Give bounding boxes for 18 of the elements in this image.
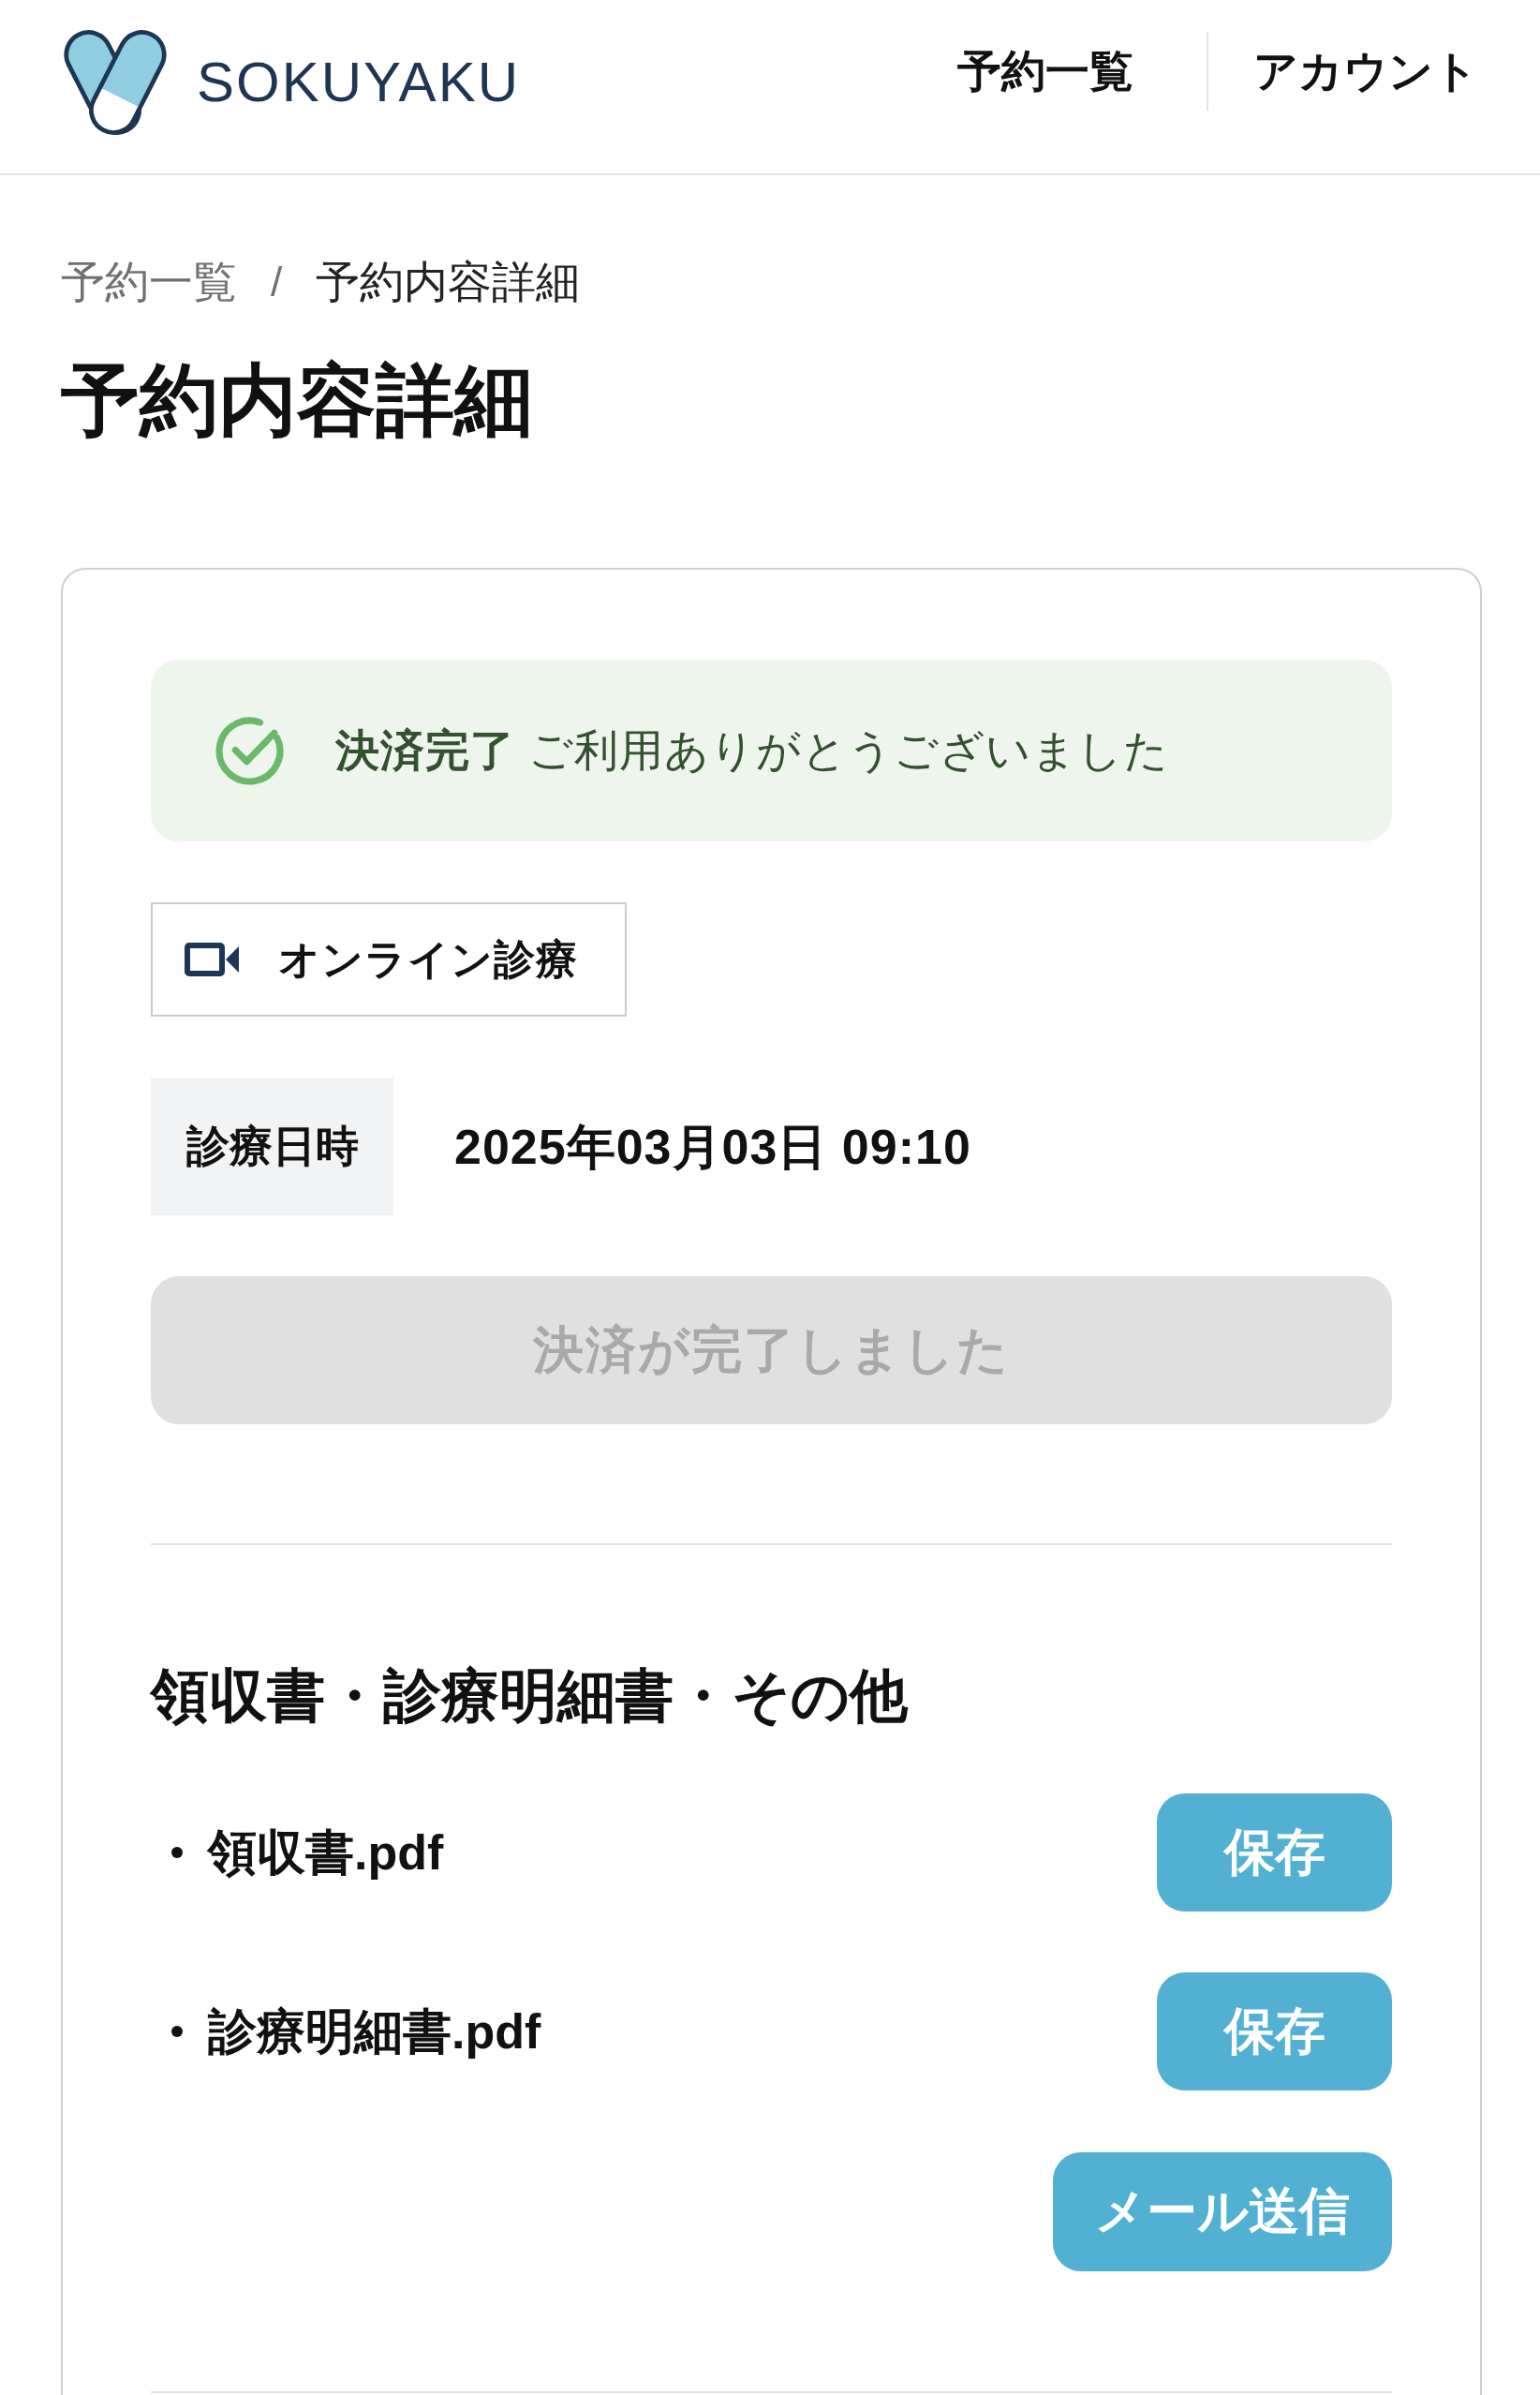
bullet-icon [171, 2026, 183, 2037]
nav-link[interactable]: 予約一覧 [957, 42, 1133, 99]
bullet-icon [171, 1847, 183, 1858]
check-circle-icon [215, 716, 284, 785]
date-label: 診療日時 [151, 1078, 393, 1215]
breadcrumb-current: 予約内容詳細 [316, 256, 581, 308]
breadcrumb-link[interactable]: 予約一覧 [61, 254, 237, 310]
page-title: 予約内容詳細 [61, 355, 534, 446]
file-name: 診療明細書.pdf [208, 2003, 542, 2060]
breadcrumb-separator: / [271, 258, 283, 306]
date-value: 2025年03月03日 09:10 [454, 1118, 971, 1176]
nav-link[interactable]: アカウント [1253, 42, 1478, 99]
section-heading: 領収書・診療明細書・その他 [151, 1662, 910, 1730]
consultation-type: オンライン診療 [278, 935, 578, 984]
alert-message: 決済完了 ご利用ありがとうございました [335, 724, 1170, 777]
brand-name[interactable]: SOKUYAKU [197, 49, 520, 115]
video-camera-icon [185, 942, 241, 977]
file-name: 領収書.pdf [208, 1824, 445, 1882]
